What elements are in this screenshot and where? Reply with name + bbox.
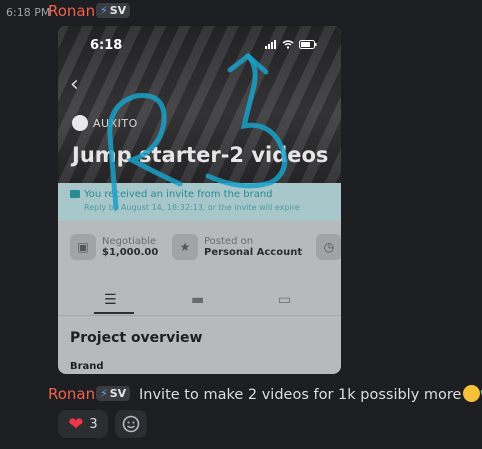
username[interactable]: Ronan xyxy=(48,385,95,403)
video-tab-icon[interactable]: ▬ xyxy=(191,292,204,308)
mail-icon xyxy=(70,190,80,198)
project-title: Jump starter-2 videos xyxy=(72,143,329,167)
bolt-icon: ⚡ xyxy=(100,4,108,17)
account-icon: ★ xyxy=(172,234,198,260)
wallet-tab-icon[interactable]: ▭ xyxy=(278,292,291,308)
heart-icon: ❤ xyxy=(68,413,84,435)
field-label: Brand xyxy=(70,361,104,372)
list-tab-icon[interactable]: ☰ xyxy=(104,292,117,308)
message-content: Invite to make 2 videos for 1k possibly … xyxy=(139,387,462,403)
active-tab-indicator xyxy=(94,312,134,314)
battery-icon xyxy=(299,40,317,49)
posted-on-card: ★ Posted on Personal Account xyxy=(172,231,302,263)
face-emoji-icon xyxy=(463,385,481,402)
payment-label: Negotiable xyxy=(102,236,157,247)
brand-name: AUXITO xyxy=(93,116,138,130)
bolt-icon: ⚡ xyxy=(100,387,108,400)
back-chevron-icon[interactable]: ‹ xyxy=(70,72,79,97)
server-tag-badge[interactable]: ⚡ SV xyxy=(96,3,131,18)
username[interactable]: Ronan xyxy=(48,2,95,20)
wifi-icon xyxy=(282,40,294,49)
message-text: Invite to make 2 videos for 1k possibly … xyxy=(139,384,482,404)
invite-deadline: Reply by August 14, 18:32:13, or the inv… xyxy=(84,203,300,212)
attached-screenshot[interactable]: 6:18 ‹ AUXITO Jump starter-2 videos You … xyxy=(58,26,341,374)
posted-label: Posted on xyxy=(204,236,254,247)
message-timestamp: 6:18 PM xyxy=(6,6,51,19)
status-bar-icons xyxy=(265,40,317,49)
add-reaction-button[interactable] xyxy=(115,410,147,438)
server-tag-badge[interactable]: ⚡ SV xyxy=(96,386,131,401)
invite-message: You received an invite from the brand xyxy=(84,189,273,200)
clock-icon: ◷ xyxy=(316,234,341,260)
payment-card: ▣ Negotiable $1,000.00 xyxy=(70,231,158,263)
badge-label: SV xyxy=(109,4,127,17)
tabs-divider xyxy=(58,315,341,316)
invite-banner: You received an invite from the brand Re… xyxy=(58,183,341,221)
brand-row: AUXITO xyxy=(72,115,138,131)
signal-icon xyxy=(265,40,276,49)
status-bar-time: 6:18 xyxy=(90,38,123,53)
brand-logo xyxy=(72,115,88,131)
section-title: Project overview xyxy=(70,330,203,346)
reaction-count: 3 xyxy=(89,416,98,432)
money-icon: ▣ xyxy=(70,234,96,260)
posted-value: Personal Account xyxy=(204,247,303,258)
reaction-heart[interactable]: ❤ 3 xyxy=(58,410,108,438)
payment-value: $1,000.00 xyxy=(102,247,159,258)
clock-card: ◷ xyxy=(316,231,341,263)
badge-label: SV xyxy=(109,387,127,400)
add-reaction-icon xyxy=(122,415,140,433)
